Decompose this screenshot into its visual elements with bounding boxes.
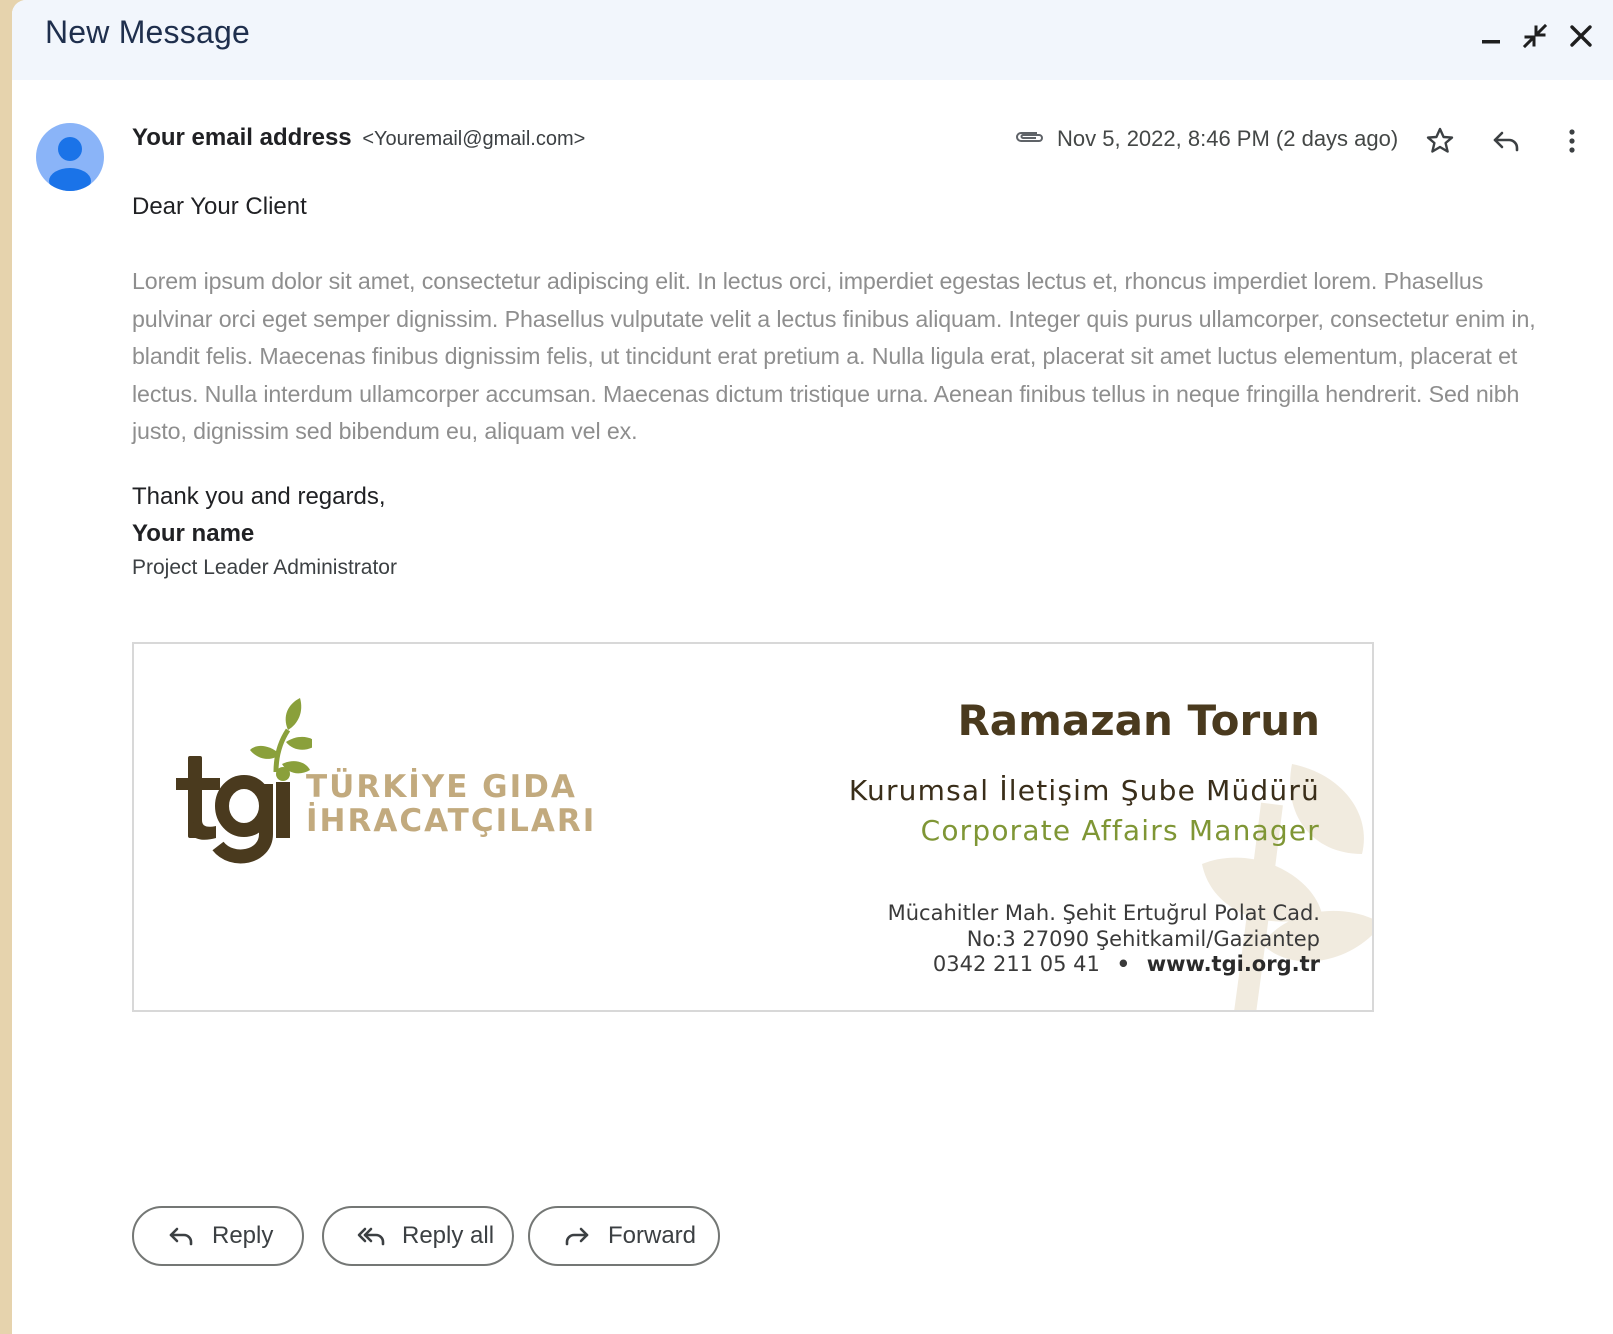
window-title: New Message <box>45 14 250 50</box>
message-date: Nov 5, 2022, 8:46 PM (2 days ago) <box>1057 126 1399 151</box>
org-name-line2: İHRACATÇILARI <box>306 803 597 839</box>
signer-role: Project Leader Administrator <box>132 556 397 579</box>
window-controls <box>1473 18 1613 58</box>
more-vert-icon[interactable] <box>1555 124 1589 158</box>
message-closing: Thank you and regards, <box>132 483 386 510</box>
message-meta: Nov 5, 2022, 8:46 PM (2 days ago) <box>1013 124 1613 164</box>
card-phone: 0342 211 05 41 <box>932 952 1100 976</box>
star-icon[interactable] <box>1423 124 1457 158</box>
reply-all-button[interactable]: Reply all <box>322 1206 514 1266</box>
reply-all-icon <box>357 1227 385 1246</box>
reply-all-button-label: Reply all <box>402 1222 495 1249</box>
card-address: Mücahitler Mah. Şehit Ertuğrul Polat Cad… <box>888 900 1320 952</box>
signer-name: Your name <box>132 520 255 547</box>
org-name-line1: TÜRKİYE GIDA <box>306 769 577 805</box>
sender-email: <Youremail@gmail.com> <box>362 128 586 150</box>
sender-line: Your email address <Youremail@gmail.com> <box>132 124 585 152</box>
forward-button-label: Forward <box>608 1222 697 1249</box>
reply-icon <box>169 1227 193 1246</box>
sender-avatar[interactable] <box>36 123 104 191</box>
card-address-line2: No:3 27090 Şehitkamil/Gaziantep <box>966 927 1320 951</box>
minimize-icon[interactable] <box>1473 18 1509 54</box>
signature-card: TÜRKİYE GIDA İHRACATÇILARI Ramazan Torun… <box>132 642 1374 1012</box>
sender-name[interactable]: Your email address <box>132 124 352 151</box>
card-title-tr: Kurumsal İletişim Şube Müdürü <box>848 774 1320 807</box>
paperclip-icon <box>1013 126 1045 150</box>
card-separator: • <box>1116 952 1131 976</box>
collapse-icon[interactable] <box>1517 18 1553 54</box>
reply-button-label: Reply <box>212 1222 274 1249</box>
forward-button[interactable]: Forward <box>528 1206 720 1266</box>
close-icon[interactable] <box>1563 18 1599 54</box>
card-person-name: Ramazan Torun <box>957 696 1320 745</box>
message-body: Lorem ipsum dolor sit amet, consectetur … <box>132 268 1536 445</box>
card-website[interactable]: www.tgi.org.tr <box>1147 952 1320 976</box>
card-address-line1: Mücahitler Mah. Şehit Ertuğrul Polat Cad… <box>887 901 1320 925</box>
org-name: TÜRKİYE GIDA İHRACATÇILARI <box>306 770 596 838</box>
message-greeting: Dear Your Client <box>132 193 307 220</box>
reply-button[interactable]: Reply <box>132 1206 304 1266</box>
forward-icon <box>565 1227 589 1246</box>
window-titlebar: New Message <box>12 0 1613 80</box>
card-contact: 0342 211 05 41 • www.tgi.org.tr <box>933 952 1320 976</box>
reply-icon[interactable] <box>1489 124 1523 158</box>
compose-window: New Message Your email address <Youremai… <box>12 0 1613 1334</box>
tgi-logo-icon <box>172 694 318 864</box>
card-title-en: Corporate Affairs Manager <box>920 814 1320 847</box>
